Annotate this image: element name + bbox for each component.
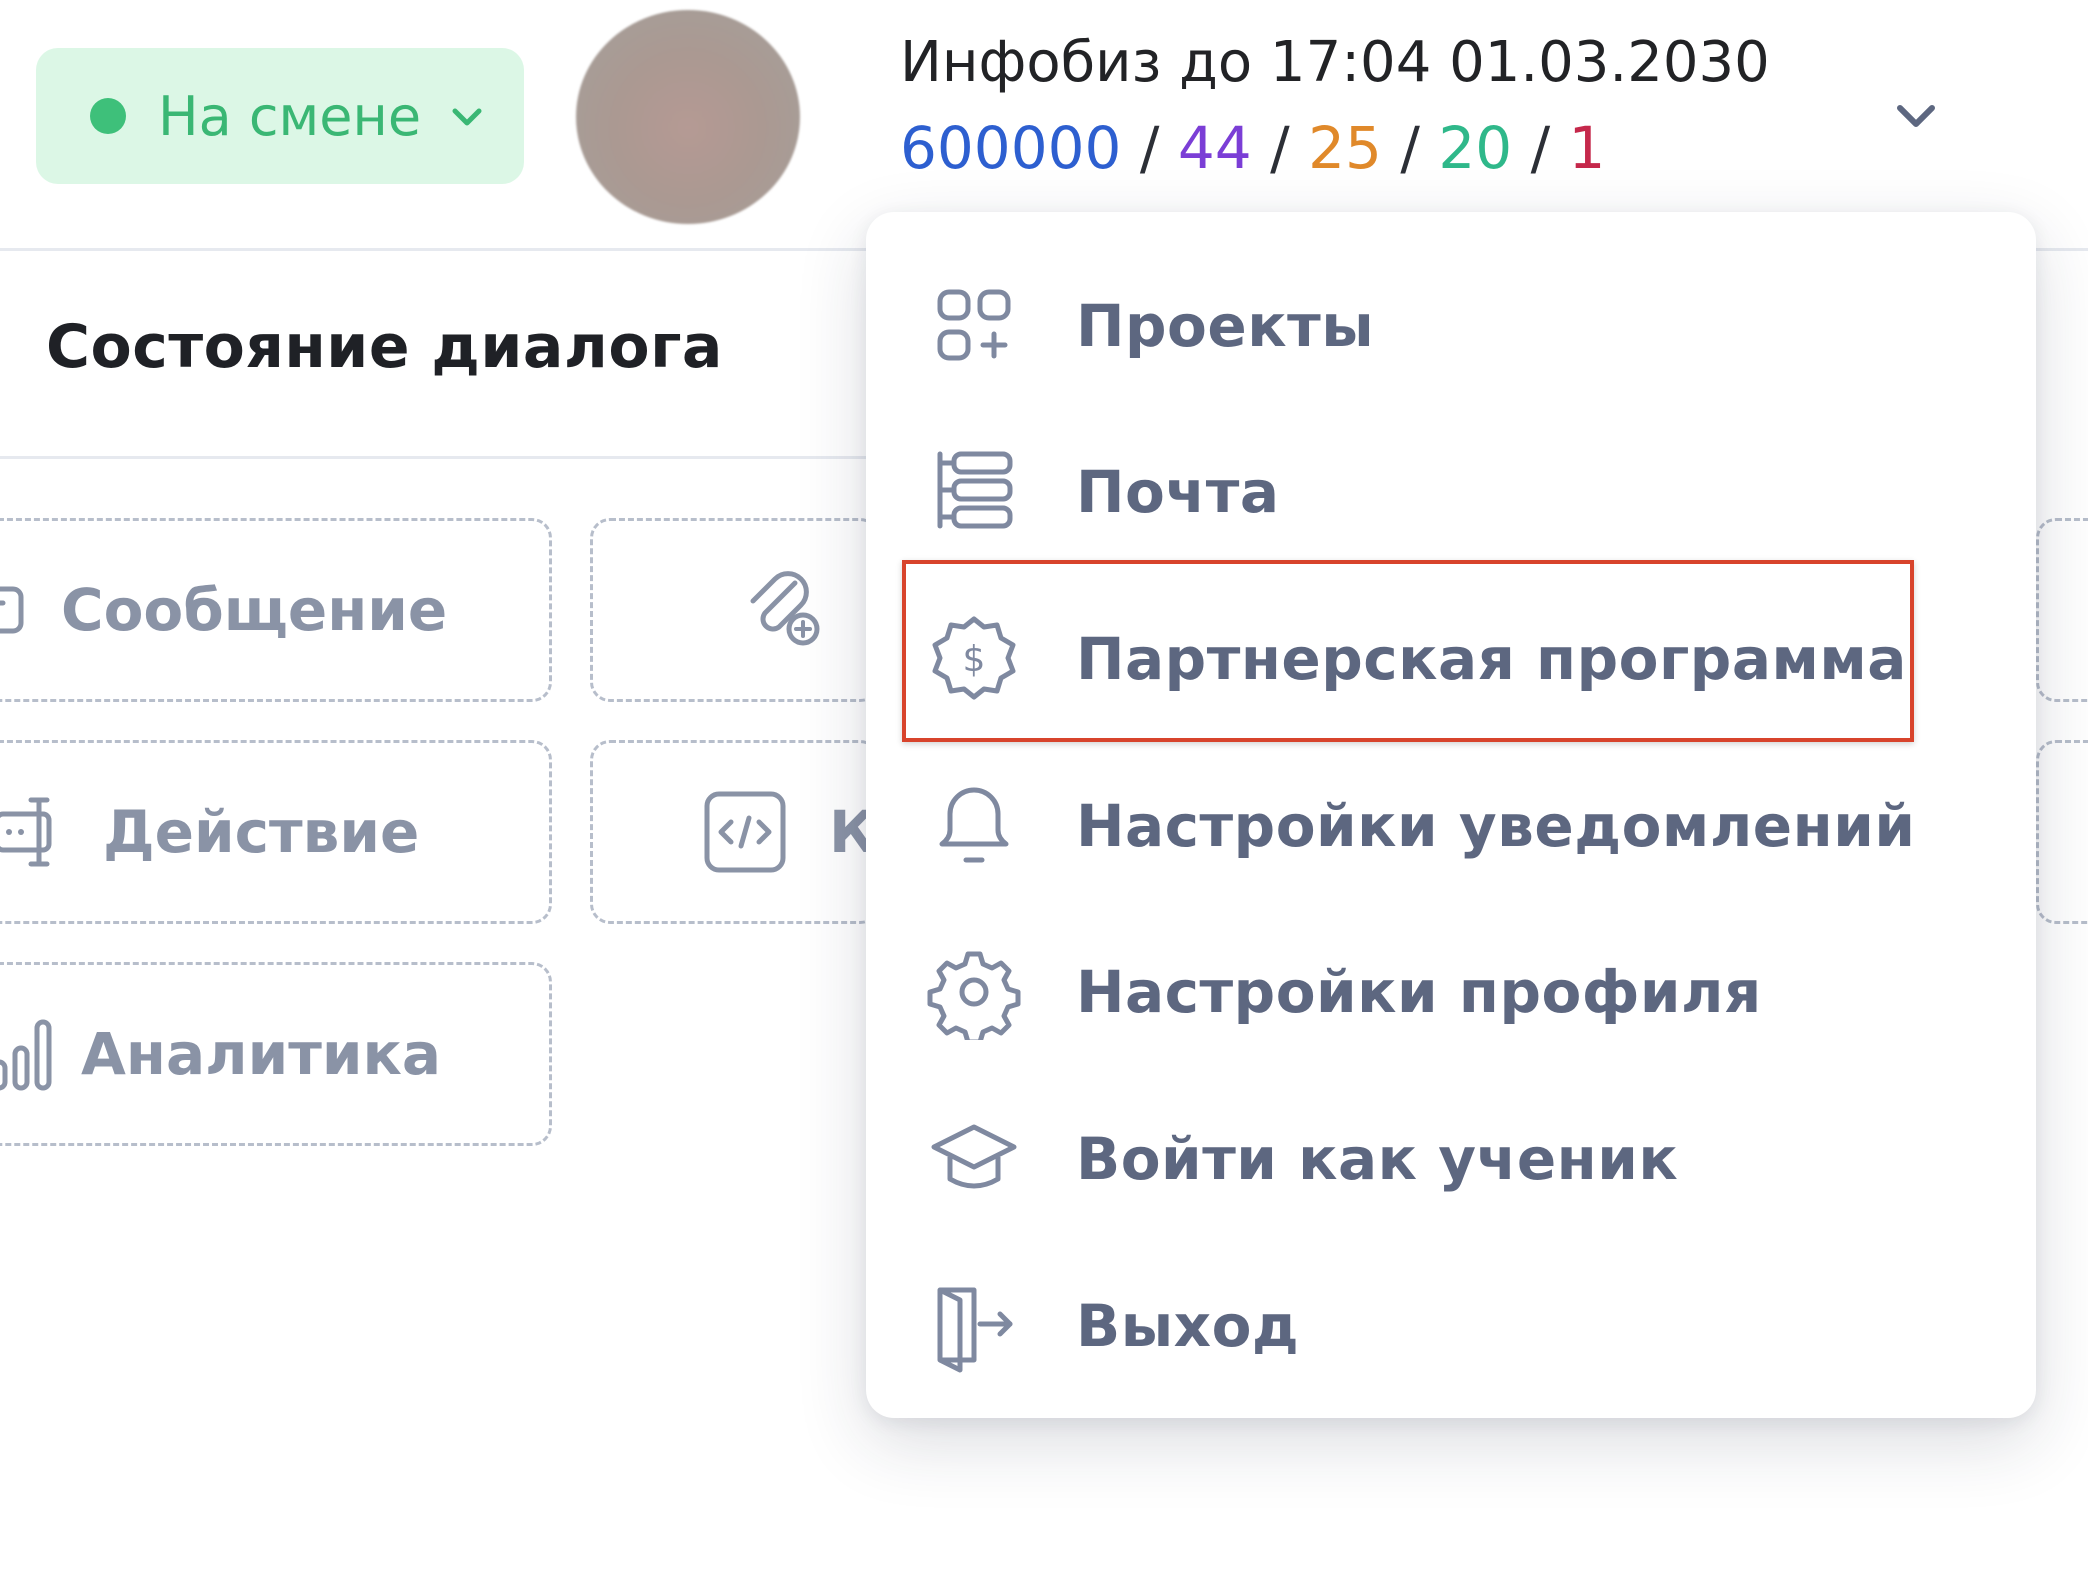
- avatar[interactable]: [576, 10, 800, 224]
- tile-label: Сообщение: [61, 576, 448, 644]
- code-icon: [704, 791, 786, 873]
- bell-icon: [939, 787, 1009, 863]
- stat-green: 20: [1438, 114, 1513, 182]
- logout-icon: [937, 1287, 1013, 1373]
- menu-item-notification-settings[interactable]: Настройки уведомлений: [926, 766, 1926, 886]
- shift-status-dropdown[interactable]: На смене: [36, 48, 524, 184]
- highlight-box: [902, 560, 1914, 742]
- tile-code[interactable]: К: [590, 740, 880, 924]
- tile-label: Действие: [103, 798, 420, 866]
- menu-item-label: Настройки профиля: [1076, 958, 1762, 1026]
- mail-icon: [937, 451, 1013, 529]
- stat-separator: /: [1139, 114, 1160, 182]
- tile-message[interactable]: Сообщение: [0, 518, 552, 702]
- projects-icon: [937, 289, 1011, 361]
- stat-purple: 44: [1177, 114, 1252, 182]
- message-icon: [0, 586, 24, 634]
- stat-separator: /: [1400, 114, 1420, 182]
- stat-balance: 600000: [900, 114, 1122, 182]
- attachment-add-icon: [750, 571, 820, 646]
- menu-item-label: Почта: [1076, 458, 1280, 526]
- action-icon: [0, 797, 52, 867]
- menu-item-profile-settings[interactable]: Настройки профиля: [926, 932, 1926, 1052]
- menu-item-projects[interactable]: Проекты: [926, 266, 1926, 386]
- section-divider: [0, 456, 900, 459]
- status-label: На смене: [158, 84, 422, 148]
- stat-orange: 25: [1308, 114, 1382, 182]
- tile-action[interactable]: Действие: [0, 740, 552, 924]
- stat-separator: /: [1530, 114, 1551, 182]
- stat-red: 1: [1568, 114, 1606, 182]
- tile-analytics[interactable]: Аналитика: [0, 962, 552, 1146]
- tile-partial[interactable]: [2036, 740, 2088, 924]
- user-dropdown-menu: Проекты Почта $ Партнерская программа На…: [866, 212, 2036, 1418]
- stat-separator: /: [1270, 114, 1290, 182]
- graduation-cap-icon: [931, 1124, 1017, 1189]
- tile-partial[interactable]: [2036, 518, 2088, 702]
- menu-item-label: Выход: [1076, 1292, 1300, 1360]
- menu-item-logout[interactable]: Выход: [926, 1266, 1926, 1386]
- menu-item-label: Проекты: [1076, 292, 1375, 360]
- menu-item-label: Настройки уведомлений: [1076, 792, 1916, 860]
- section-title: Состояние диалога: [46, 312, 723, 382]
- account-title: Инфобиз до 17:04 01.03.2030: [900, 30, 1770, 95]
- menu-item-mail[interactable]: Почта: [926, 432, 1926, 552]
- chevron-down-icon: [452, 108, 482, 126]
- tile-attachment[interactable]: [590, 518, 880, 702]
- chevron-down-icon[interactable]: [1886, 92, 1946, 142]
- tile-label: Аналитика: [81, 1020, 441, 1088]
- status-dot: [90, 98, 126, 134]
- account-stats: 600000 / 44 / 25 / 20 / 1: [900, 114, 1605, 182]
- analytics-icon: [0, 1019, 52, 1091]
- gear-icon: [927, 951, 1021, 1040]
- menu-item-login-as-student[interactable]: Войти как ученик: [926, 1099, 1926, 1219]
- menu-item-label: Войти как ученик: [1076, 1125, 1679, 1193]
